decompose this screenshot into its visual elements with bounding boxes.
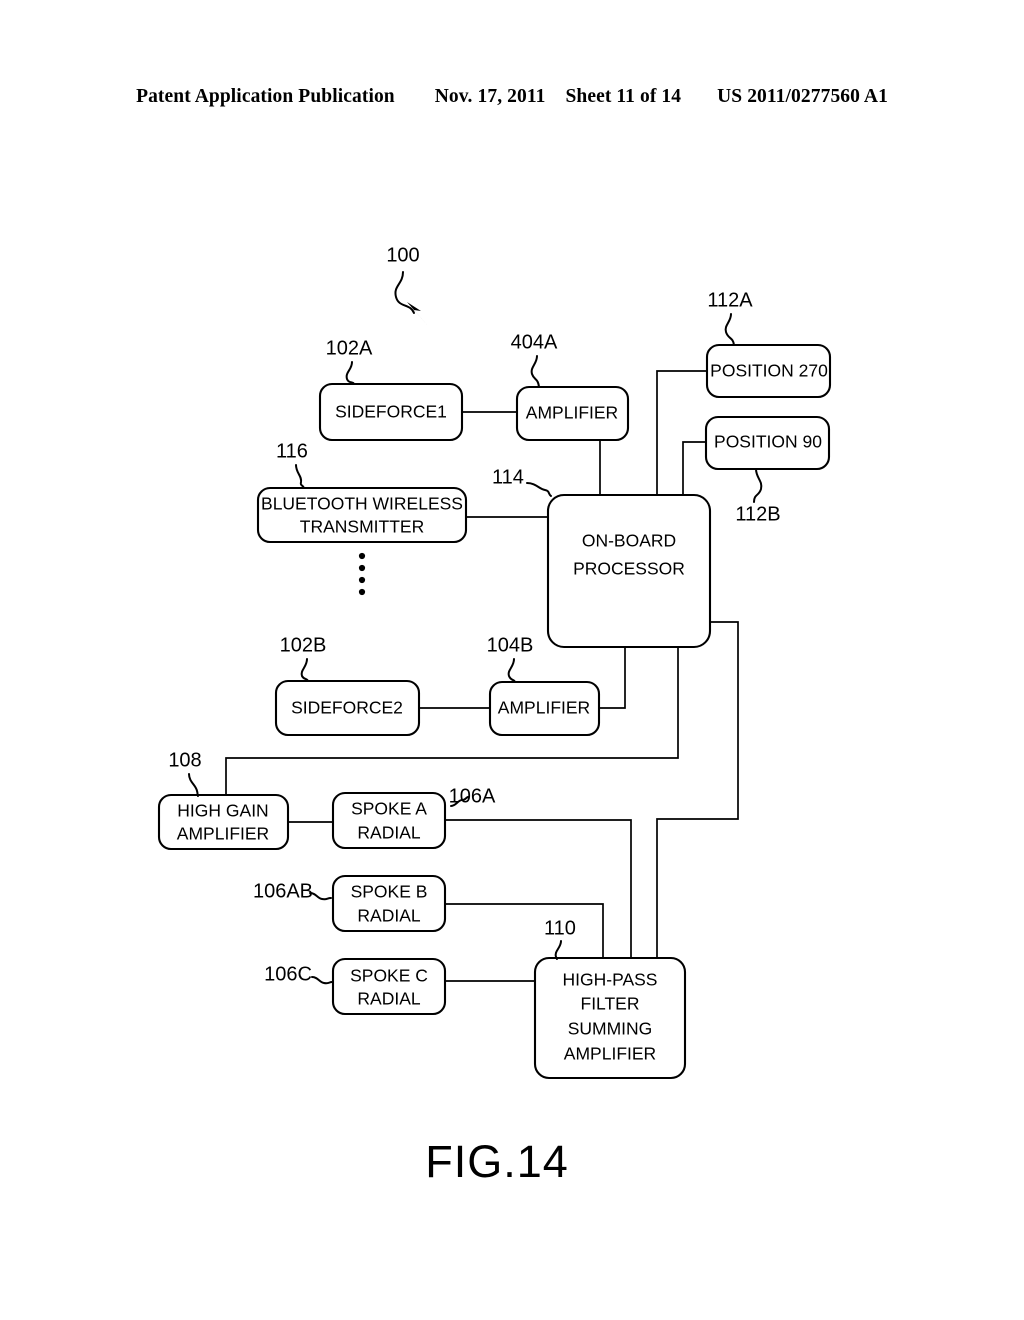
block-spoke-c-label-line1: SPOKE C: [350, 966, 428, 986]
patent-page: Patent Application Publication Nov. 17, …: [0, 0, 1024, 1320]
block-processor-label-line1: ON-BOARD: [582, 531, 676, 551]
block-high-gain-amplifier[interactable]: HIGH GAIN AMPLIFIER 108: [157, 749, 290, 851]
block-spoke-c-radial[interactable]: SPOKE C RADIAL 106C: [264, 957, 447, 1016]
figure-14-diagram: 100 SIDEFORCE1 102A AMPLIFIER 404A POSIT…: [157, 244, 832, 1187]
wire-processor-to-amplifier-b: [598, 646, 626, 709]
ellipsis-dot-4: [358, 588, 366, 596]
ref-label-114: 114: [492, 466, 524, 488]
block-spoke-b-label-line2: RADIAL: [357, 906, 420, 926]
arrowhead-100: [407, 302, 429, 327]
leader-line-100: [394, 271, 415, 314]
block-high-pass-filter-label-line1: HIGH-PASS: [563, 970, 658, 990]
ref-label-112A: 112A: [707, 289, 753, 311]
block-sideforce2-label: SIDEFORCE2: [291, 698, 403, 718]
block-position-90-label: POSITION 90: [714, 432, 822, 452]
leader-line-102A: [345, 361, 355, 385]
ref-label-102A: 102A: [326, 337, 373, 359]
block-high-pass-filter-summing-amplifier[interactable]: HIGH-PASS FILTER SUMMING AMPLIFIER 110: [533, 917, 687, 1080]
ref-label-104B: 104B: [487, 634, 534, 656]
ref-label-116: 116: [276, 440, 308, 462]
block-amplifier-a[interactable]: AMPLIFIER 404A: [511, 331, 630, 442]
block-spoke-c-label-line2: RADIAL: [357, 989, 420, 1009]
block-sideforce1-label: SIDEFORCE1: [335, 402, 447, 422]
block-amplifier-b-label: AMPLIFIER: [498, 698, 590, 718]
block-position-270-label: POSITION 270: [710, 361, 828, 381]
leader-line-112B: [753, 468, 763, 503]
block-high-pass-filter-label-line2: FILTER: [581, 994, 640, 1014]
leader-line-116: [295, 464, 305, 489]
leader-line-106C: [311, 976, 333, 985]
leader-line-404A: [530, 355, 540, 388]
ellipsis-dot-2: [358, 564, 366, 572]
block-spoke-b-label-line1: SPOKE B: [351, 882, 428, 902]
block-bluetooth-wireless-transmitter[interactable]: BLUETOOTH WIRELESS TRANSMITTER 116: [256, 440, 468, 544]
block-high-pass-filter-label-line4: AMPLIFIER: [564, 1044, 656, 1064]
block-spoke-a-radial[interactable]: SPOKE A RADIAL 106A: [331, 785, 496, 850]
block-high-pass-filter-label-line3: SUMMING: [568, 1019, 653, 1039]
vertical-ellipsis-icon: [358, 552, 366, 596]
ellipsis-dot-3: [358, 576, 366, 584]
block-amplifier-b[interactable]: AMPLIFIER 104B: [487, 634, 601, 737]
block-spoke-b-radial[interactable]: SPOKE B RADIAL 106AB: [253, 874, 447, 933]
block-bluetooth-label-line2: TRANSMITTER: [300, 517, 424, 537]
ref-label-404A: 404A: [511, 331, 558, 353]
ref-label-106C: 106C: [264, 963, 312, 985]
block-high-gain-amplifier-label-line2: AMPLIFIER: [177, 824, 269, 844]
wire-processor-to-position270: [656, 370, 708, 496]
ref-label-112B: 112B: [735, 503, 780, 525]
ref-label-108: 108: [168, 749, 201, 771]
block-sideforce2[interactable]: SIDEFORCE2 102B: [274, 634, 421, 737]
block-position-270[interactable]: POSITION 270 112A: [705, 289, 832, 399]
leader-line-108: [188, 773, 199, 797]
figure-caption: FIG.14: [425, 1136, 569, 1187]
leader-line-106AB: [309, 892, 332, 901]
block-bluetooth-label-line1: BLUETOOTH WIRELESS: [261, 494, 463, 514]
leader-line-112A: [724, 313, 735, 346]
wire-spoke-b-to-high-pass-filter: [444, 903, 604, 959]
leader-line-110: [554, 940, 562, 960]
ellipsis-dot-1: [358, 552, 366, 560]
wire-processor-to-high-pass-filter: [656, 621, 739, 959]
wire-processor-to-position90: [682, 441, 707, 496]
system-reference-callout: 100: [386, 244, 429, 327]
ref-label-102B: 102B: [280, 634, 327, 656]
ref-label-106AB: 106AB: [253, 880, 313, 902]
block-amplifier-a-label: AMPLIFIER: [526, 403, 618, 423]
leader-line-104B: [507, 658, 516, 683]
leader-line-114: [526, 482, 552, 497]
block-high-gain-amplifier-label-line1: HIGH GAIN: [177, 801, 268, 821]
block-on-board-processor[interactable]: ON-BOARD PROCESSOR 114: [492, 466, 712, 649]
block-spoke-a-label-line2: RADIAL: [357, 823, 420, 843]
block-sideforce1[interactable]: SIDEFORCE1 102A: [318, 337, 464, 442]
block-position-90[interactable]: POSITION 90 112B: [704, 415, 831, 525]
block-processor-label-line2: PROCESSOR: [573, 559, 685, 579]
ref-label-100: 100: [386, 244, 419, 266]
ref-label-110: 110: [544, 917, 576, 939]
block-spoke-a-label-line1: SPOKE A: [351, 799, 427, 819]
leader-line-102B: [300, 658, 309, 682]
